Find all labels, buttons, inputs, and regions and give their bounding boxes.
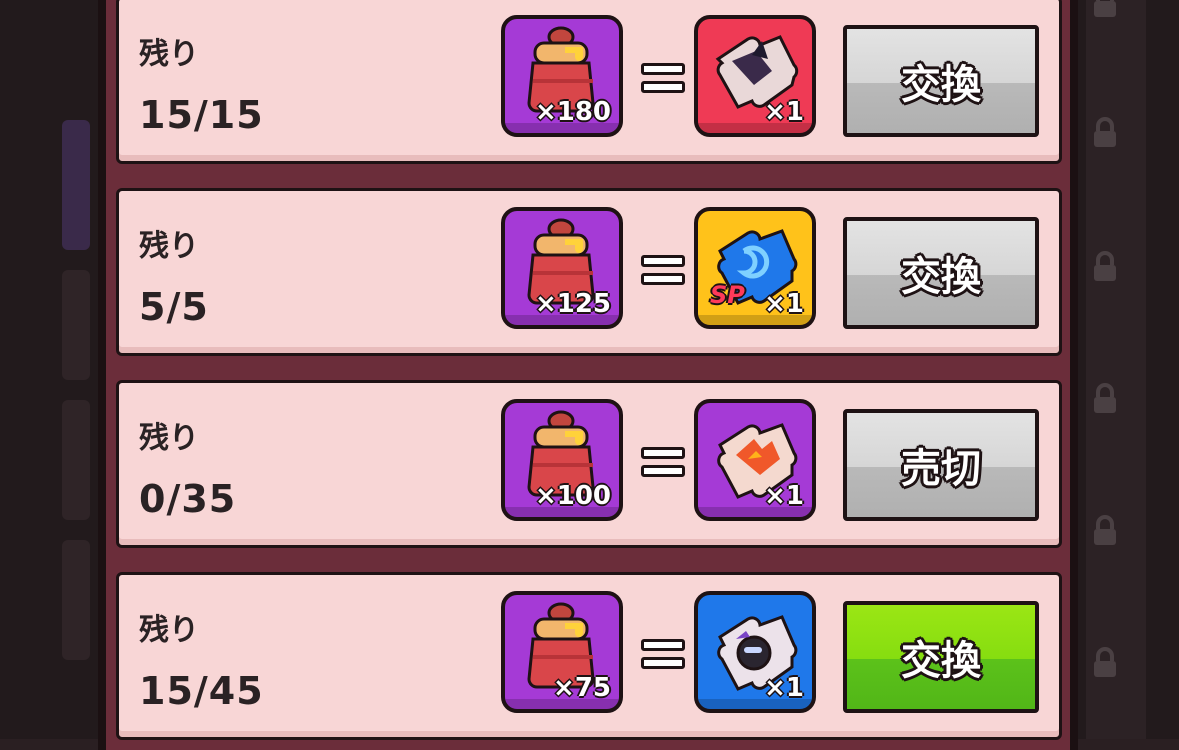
background-column	[1086, 0, 1146, 739]
remaining-count: 5/5	[139, 285, 209, 329]
side-tab	[62, 270, 90, 380]
cost-quantity: ×75	[553, 673, 611, 703]
exchange-button-label: 交換	[901, 254, 981, 300]
remaining-count: 0/35	[139, 477, 237, 521]
cost-item-tile: ×100	[501, 399, 623, 521]
side-tab	[62, 540, 90, 660]
reward-item-tile: ×1	[694, 591, 816, 713]
reward-quantity: ×1	[764, 481, 804, 511]
lock-icon	[1094, 383, 1116, 413]
remaining-label: 残り	[139, 37, 199, 72]
background-left	[0, 0, 100, 739]
cost-quantity: ×180	[534, 97, 611, 127]
side-tab	[62, 120, 90, 250]
equals-icon	[641, 249, 685, 289]
exchange-button-label: 交換	[901, 638, 981, 684]
equals-icon	[641, 57, 685, 97]
lock-icon	[1094, 251, 1116, 281]
exchange-button[interactable]: 交換	[843, 601, 1039, 713]
side-tab	[62, 400, 90, 520]
cost-item-tile: ×180	[501, 15, 623, 137]
cost-item-tile: ×125	[501, 207, 623, 329]
reward-item-tile: ×1	[694, 399, 816, 521]
reward-quantity: ×1	[764, 97, 804, 127]
exchange-row: 残り 5/5 ×125 SP ×1 交換	[116, 188, 1062, 356]
cost-quantity: ×100	[534, 481, 611, 511]
exchange-button[interactable]: 交換	[843, 217, 1039, 329]
cost-quantity: ×125	[534, 289, 611, 319]
remaining-count: 15/15	[139, 93, 264, 137]
lock-icon	[1094, 647, 1116, 677]
remaining-label: 残り	[139, 229, 199, 264]
background-right	[1078, 0, 1179, 739]
remaining-count: 15/45	[139, 669, 264, 713]
exchange-button[interactable]: 交換	[843, 25, 1039, 137]
cost-item-tile: ×75	[501, 591, 623, 713]
exchange-row: 残り 0/35 ×100 ×1 売切	[116, 380, 1062, 548]
sp-badge: SP	[710, 281, 745, 309]
lock-icon	[1094, 0, 1116, 17]
reward-item-tile: SP ×1	[694, 207, 816, 329]
lock-icon	[1094, 515, 1116, 545]
reward-item-tile: ×1	[694, 15, 816, 137]
lock-icon	[1094, 117, 1116, 147]
equals-icon	[641, 633, 685, 673]
sold-out-button[interactable]: 売切	[843, 409, 1039, 521]
exchange-row: 残り 15/15 ×180 ×1 交換	[116, 0, 1062, 164]
equals-icon	[641, 441, 685, 481]
remaining-label: 残り	[139, 421, 199, 456]
sold-out-button-label: 売切	[901, 446, 981, 492]
reward-quantity: ×1	[764, 289, 804, 319]
reward-quantity: ×1	[764, 673, 804, 703]
exchange-button-label: 交換	[901, 62, 981, 108]
exchange-row: 残り 15/45 ×75 ×1 交換	[116, 572, 1062, 740]
remaining-label: 残り	[139, 613, 199, 648]
